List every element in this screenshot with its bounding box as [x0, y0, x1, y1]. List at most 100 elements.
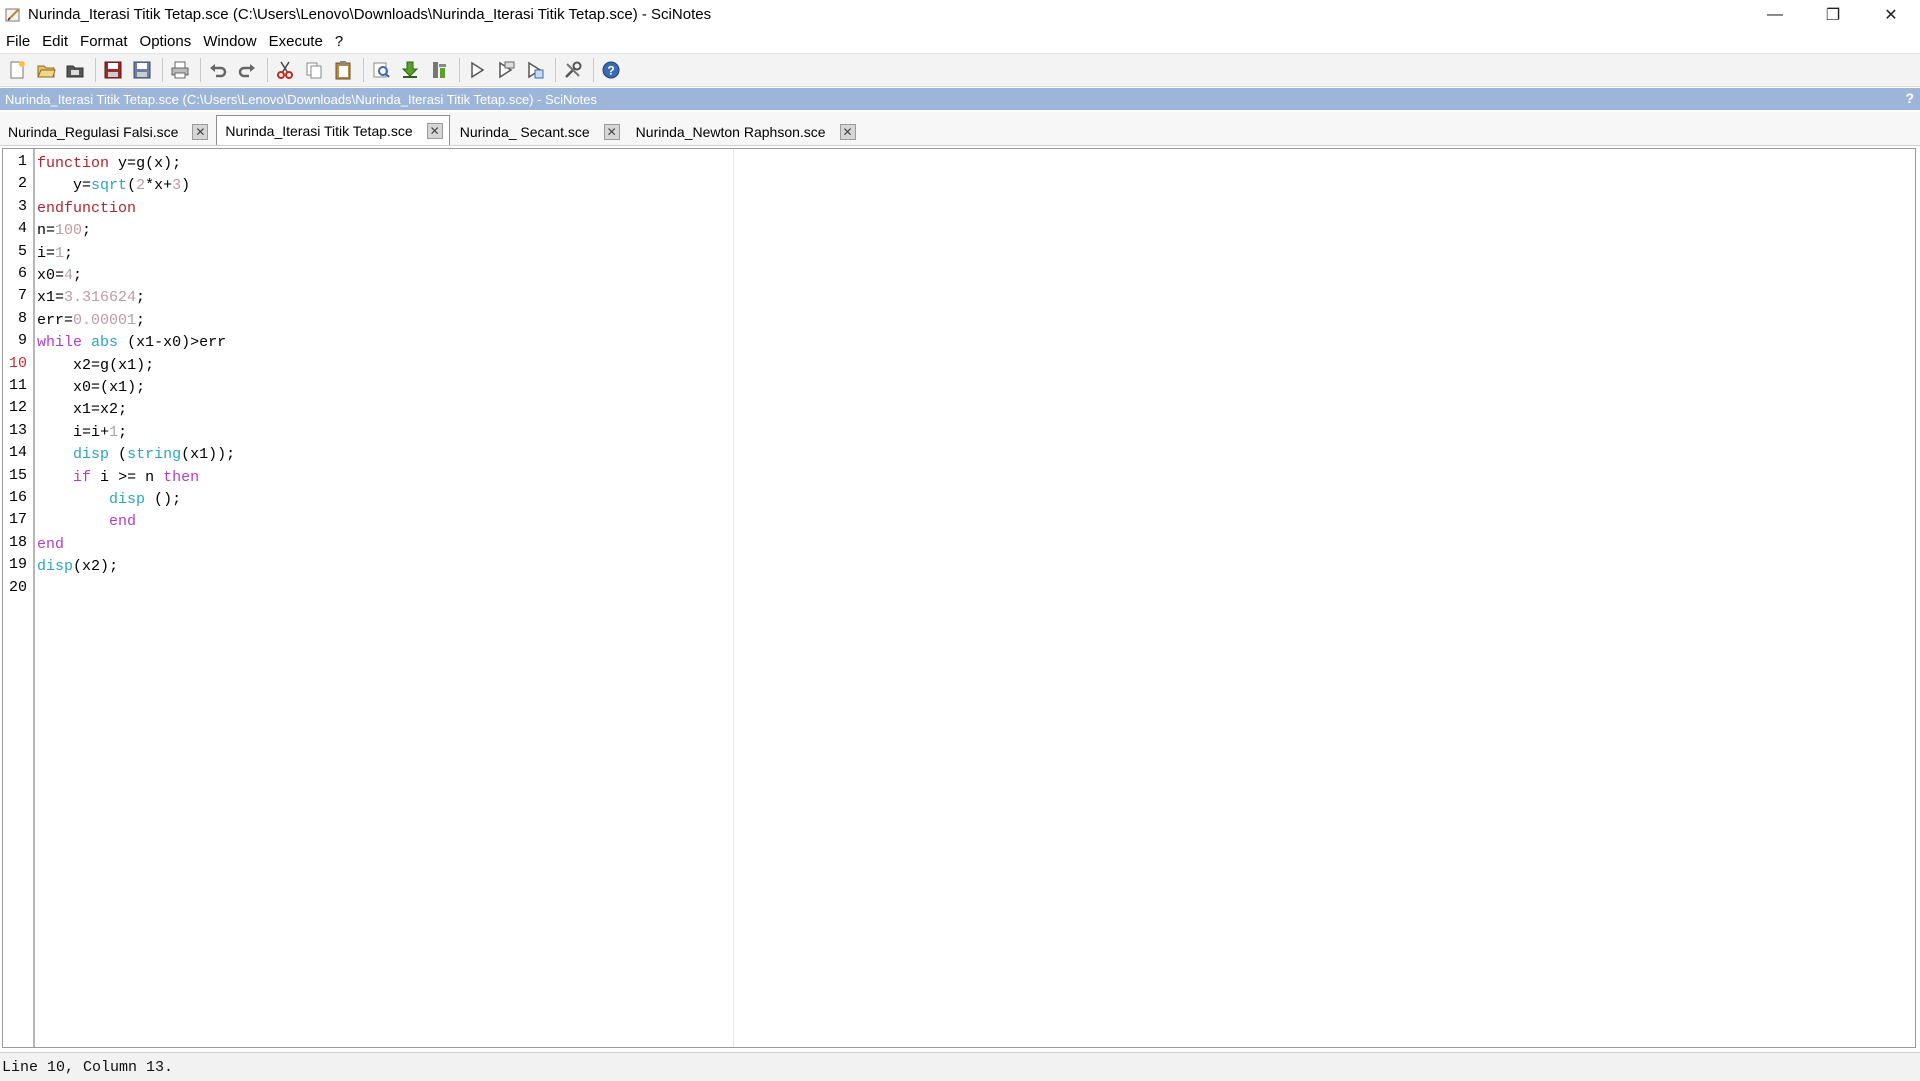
line-number: 20: [8, 578, 27, 596]
toolbar-separator: [593, 58, 594, 82]
code-line[interactable]: x1=3.316624;: [37, 287, 145, 309]
code-line[interactable]: while abs (x1-x0)>err: [37, 332, 226, 354]
tab-newton-raphson[interactable]: Nurinda_Newton Raphson.sce ✕: [628, 118, 862, 145]
restore-button[interactable]: ❐: [1804, 0, 1862, 29]
line-number: 12: [8, 399, 27, 417]
run-icon[interactable]: [464, 57, 490, 83]
status-bar: Line 10, Column 13.: [0, 1052, 1920, 1081]
run-file-icon[interactable]: [522, 57, 548, 83]
line-number: 19: [8, 556, 27, 574]
close-button[interactable]: ✕: [1862, 0, 1920, 29]
execute-options-icon[interactable]: [426, 57, 452, 83]
tab-close-icon[interactable]: ✕: [603, 123, 620, 140]
tab-close-icon[interactable]: ✕: [426, 122, 443, 139]
tab-iterasi-titik-tetap[interactable]: Nurinda_Iterasi Titik Tetap.sce ✕: [216, 115, 450, 145]
line-number: 16: [8, 489, 27, 506]
tab-label: Nurinda_Newton Raphson.sce: [635, 123, 826, 140]
code-line[interactable]: n=100;: [37, 220, 91, 242]
window-controls: — ❐ ✕: [1746, 0, 1920, 29]
document-title: Nurinda_Iterasi Titik Tetap.sce (C:\User…: [5, 91, 598, 107]
line-number-gutter: 1 2 3 4 5 6 7 8 9 10 11 12 13 14 15 16 17 18 19 20: [3, 149, 35, 1047]
docbar-help-icon[interactable]: ?: [1905, 90, 1914, 106]
toolbar-separator: [267, 58, 268, 82]
line-number: 2: [17, 175, 27, 193]
cut-icon[interactable]: [272, 57, 298, 83]
copy-icon[interactable]: [301, 57, 327, 83]
menu-options[interactable]: Options: [134, 33, 198, 50]
menu-bar: File Edit Format Options Window Execute …: [0, 29, 1920, 53]
line-number: 14: [8, 444, 27, 462]
line-number: 8: [17, 309, 27, 327]
document-title-bar: Nurinda_Iterasi Titik Tetap.sce (C:\User…: [0, 88, 1920, 110]
new-file-icon[interactable]: [4, 57, 30, 83]
menu-format[interactable]: Format: [74, 33, 134, 50]
code-line[interactable]: err=0.00001;: [37, 310, 145, 332]
code-line[interactable]: x0=4;: [37, 265, 82, 287]
line-number: 15: [8, 466, 27, 484]
menu-edit[interactable]: Edit: [36, 33, 74, 50]
line-number: 5: [17, 242, 27, 260]
code-line[interactable]: end: [37, 511, 136, 533]
line-number: 7: [17, 287, 27, 305]
title-bar: Nurinda_Iterasi Titik Tetap.sce (C:\User…: [0, 0, 1920, 29]
code-line[interactable]: disp ();: [37, 489, 181, 511]
undo-icon[interactable]: [205, 57, 231, 83]
toolbar-separator: [555, 58, 556, 82]
code-line[interactable]: x2=g(x1);: [37, 355, 154, 377]
tab-close-icon[interactable]: ✕: [192, 123, 209, 140]
code-line[interactable]: function y=g(x);: [37, 153, 181, 175]
tab-label: Nurinda_Regulasi Falsi.sce: [8, 123, 179, 140]
line-number: 4: [17, 220, 27, 238]
svg-text:?: ?: [607, 64, 614, 78]
toolbar-separator: [200, 58, 201, 82]
tab-close-icon[interactable]: ✕: [839, 123, 856, 140]
paste-icon[interactable]: [330, 57, 356, 83]
code-line[interactable]: if i >= n then: [37, 467, 199, 489]
line-number: 9: [17, 332, 27, 350]
menu-help[interactable]: ?: [329, 33, 349, 50]
redo-icon[interactable]: [234, 57, 260, 83]
line-number: 10: [8, 354, 27, 372]
print-icon[interactable]: [167, 57, 193, 83]
minimize-button[interactable]: —: [1746, 0, 1804, 29]
code-line[interactable]: endfunction: [37, 198, 136, 220]
line-number: 13: [8, 421, 27, 439]
code-line[interactable]: y=sqrt(2*x+3): [37, 175, 190, 197]
help-icon[interactable]: ?: [598, 57, 624, 83]
line-number: 6: [17, 265, 27, 282]
run-with-echo-icon[interactable]: [493, 57, 519, 83]
code-line[interactable]: x1=x2;: [37, 399, 127, 421]
code-line[interactable]: x0=(x1);: [37, 377, 145, 399]
save-as-icon[interactable]: [129, 57, 155, 83]
window-title: Nurinda_Iterasi Titik Tetap.sce (C:\User…: [28, 6, 712, 23]
cursor-position-status: Line 10, Column 13.: [2, 1058, 174, 1076]
code-line[interactable]: i=1;: [37, 243, 73, 265]
menu-execute[interactable]: Execute: [263, 33, 329, 50]
tab-label: Nurinda_Iterasi Titik Tetap.sce: [225, 122, 413, 139]
code-editor[interactable]: 1 2 3 4 5 6 7 8 9 10 11 12 13 14 15 16 17 18 19 20 function…: [2, 148, 1916, 1048]
code-line[interactable]: i=i+1;: [37, 422, 127, 444]
settings-icon[interactable]: [560, 57, 586, 83]
line-number: 11: [8, 377, 27, 394]
code-line[interactable]: end: [37, 534, 64, 556]
code-area[interactable]: function y=g(x); y=sqrt(2*x+3) endfunctio…: [37, 149, 1915, 1047]
file-tab-bar: Nurinda_Regulasi Falsi.sce ✕ Nurinda_Ite…: [0, 112, 1920, 146]
menu-window[interactable]: Window: [197, 33, 262, 50]
toolbar-separator: [363, 58, 364, 82]
code-line[interactable]: disp(x2);: [37, 556, 118, 578]
toolbar-separator: [162, 58, 163, 82]
code-line[interactable]: disp (string(x1));: [37, 444, 235, 466]
find-replace-icon[interactable]: [368, 57, 394, 83]
tab-regulasi-falsi[interactable]: Nurinda_Regulasi Falsi.sce ✕: [0, 118, 214, 145]
menu-file[interactable]: File: [0, 33, 36, 50]
open-folder-icon[interactable]: [62, 57, 88, 83]
open-file-icon[interactable]: [33, 57, 59, 83]
line-number: 17: [8, 511, 27, 529]
load-into-scilab-icon[interactable]: [397, 57, 423, 83]
line-number: 3: [17, 197, 27, 215]
toolbar: ?: [0, 53, 1920, 87]
toolbar-separator: [95, 58, 96, 82]
save-icon[interactable]: [100, 57, 126, 83]
tab-secant[interactable]: Nurinda_ Secant.sce ✕: [452, 118, 626, 145]
scinotes-app-icon: [4, 6, 22, 24]
